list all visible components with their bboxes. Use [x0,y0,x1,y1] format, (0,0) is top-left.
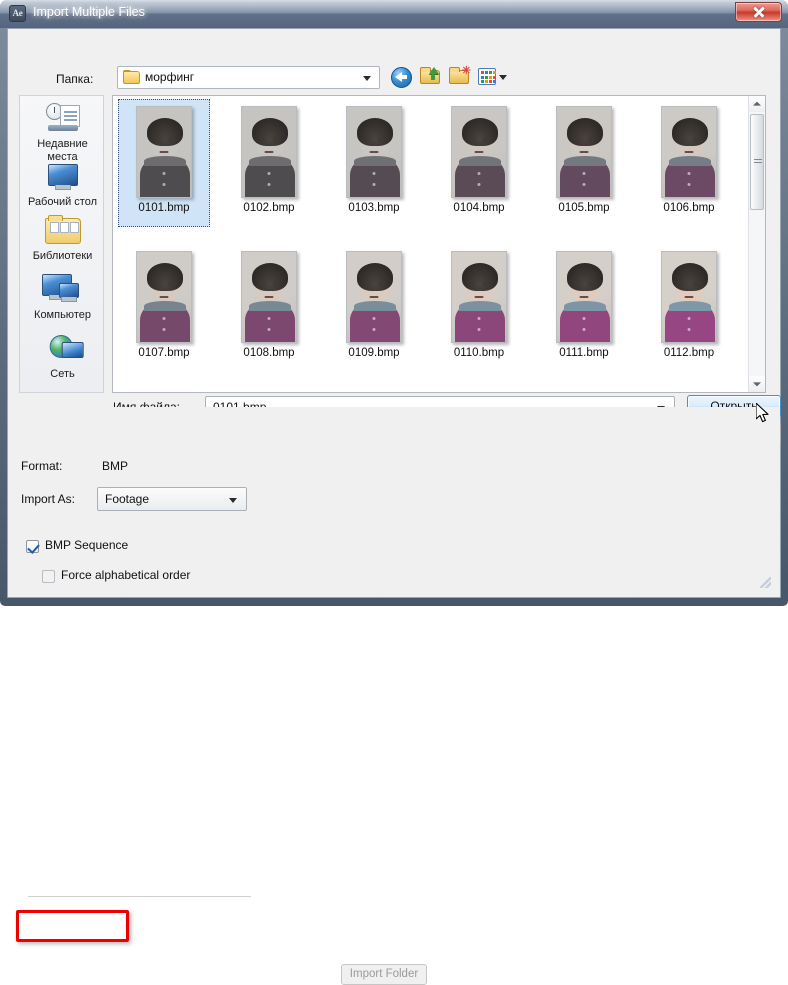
window-title: Import Multiple Files [33,5,145,19]
chevron-down-icon [499,75,507,80]
import-options-section: Format: BMP Import As: Footage BMP Seque… [8,407,780,985]
file-name-label: 0102.bmp [243,202,295,214]
file-name-label: 0105.bmp [558,202,610,214]
file-thumbnail [346,106,402,198]
file-name-label: 0108.bmp [243,347,295,359]
file-item[interactable]: 0101.bmp [118,99,210,227]
sidebar-item-5[interactable]: Сеть [20,330,103,381]
file-list-pane[interactable]: 0101.bmp 0102.bmp 0103.bmp 0104.bmp 0105.bmp… [112,95,766,393]
network-icon [20,330,103,368]
dialog-body: Папка: морфинг ✳ Недавние места Рабочий … [7,28,781,985]
file-item[interactable]: 0105.bmp [538,99,630,227]
up-one-level-icon[interactable] [420,67,442,86]
file-name-label: 0106.bmp [663,202,715,214]
file-list-scrollbar[interactable] [748,96,765,392]
bmp-sequence-label: BMP Sequence [45,538,129,552]
file-item[interactable]: 0110.bmp [433,244,525,372]
file-item[interactable]: 0104.bmp [433,99,525,227]
file-thumbnail [661,251,717,343]
checkbox-box[interactable] [42,570,55,583]
file-thumbnail [241,106,297,198]
annotation-highlight-box [16,910,129,942]
sidebar-item-label: Компьютер [34,309,91,321]
file-thumbnail [556,106,612,198]
back-arrow-icon[interactable] [391,67,412,88]
import-as-value: Footage [105,492,150,506]
look-in-combo[interactable]: морфинг [117,66,380,89]
file-name-label: 0104.bmp [453,202,505,214]
chevron-down-icon[interactable] [229,498,237,503]
file-item[interactable]: 0102.bmp [223,99,315,227]
after-effects-icon: Ae [9,5,26,22]
file-thumbnail [346,251,402,343]
look-in-value: морфинг [145,70,195,84]
file-thumbnail [451,106,507,198]
file-item[interactable]: 0109.bmp [328,244,420,372]
libraries-icon [20,212,103,250]
file-browser-section: Папка: морфинг ✳ Недавние места Рабочий … [8,29,781,445]
file-name-label: 0111.bmp [559,347,609,359]
force-alphabetical-order-label: Force alphabetical order [61,568,191,582]
look-in-label: Папка: [56,72,94,86]
import-folder-button[interactable]: Import Folder [341,964,427,985]
file-thumbnail [451,251,507,343]
file-item[interactable]: 0108.bmp [223,244,315,372]
import-as-select[interactable]: Footage [97,487,247,511]
sidebar-item-label: Библиотеки [32,250,93,262]
file-name-label: 0110.bmp [453,347,505,359]
scroll-down-icon[interactable] [749,376,765,392]
sidebar-item-label: Рабочий стол [27,196,98,208]
format-value: BMP [102,459,129,473]
file-item[interactable]: 0107.bmp [118,244,210,372]
new-folder-icon[interactable]: ✳ [449,66,471,86]
scroll-up-icon[interactable] [749,96,765,112]
sidebar-item-3[interactable]: Библиотеки [20,212,103,263]
file-thumbnail [136,106,192,198]
file-thumbnail [556,251,612,343]
file-name-label: 0101.bmp [138,202,190,214]
file-thumbnail [661,106,717,198]
file-item[interactable]: 0103.bmp [328,99,420,227]
file-name-label: 0107.bmp [138,347,190,359]
file-item[interactable]: 0106.bmp [643,99,735,227]
close-icon[interactable] [735,2,782,22]
sidebar-item-1[interactable]: Недавние места [20,100,103,163]
sidebar-item-2[interactable]: Рабочий стол [20,158,103,209]
places-sidebar: Недавние места Рабочий стол Библиотеки Комп… [19,95,104,393]
chevron-down-icon [363,76,371,81]
import-as-label: Import As: [21,492,76,506]
file-name-label: 0109.bmp [348,347,400,359]
recent-places-icon [20,100,103,138]
title-bar[interactable]: Ae Import Multiple Files [0,0,788,28]
change-view-icon[interactable] [478,67,508,87]
checkbox-box[interactable] [26,540,39,553]
file-thumbnail [241,251,297,343]
file-name-label: 0103.bmp [348,202,400,214]
sidebar-item-label: Сеть [50,368,75,380]
file-thumbnail [136,251,192,343]
import-dialog-window: Ae Import Multiple Files Папка: морфинг [0,0,788,985]
file-name-label: 0112.bmp [663,347,715,359]
options-divider [28,896,251,897]
resize-grip[interactable] [760,577,771,588]
file-item[interactable]: 0111.bmp [538,244,630,372]
sidebar-item-4[interactable]: Компьютер [20,271,103,322]
scrollbar-thumb[interactable] [750,114,764,210]
computer-icon [20,271,103,309]
format-label: Format: [21,459,63,473]
folder-icon [123,70,140,84]
desktop-icon [20,158,103,196]
file-item[interactable]: 0112.bmp [643,244,735,372]
